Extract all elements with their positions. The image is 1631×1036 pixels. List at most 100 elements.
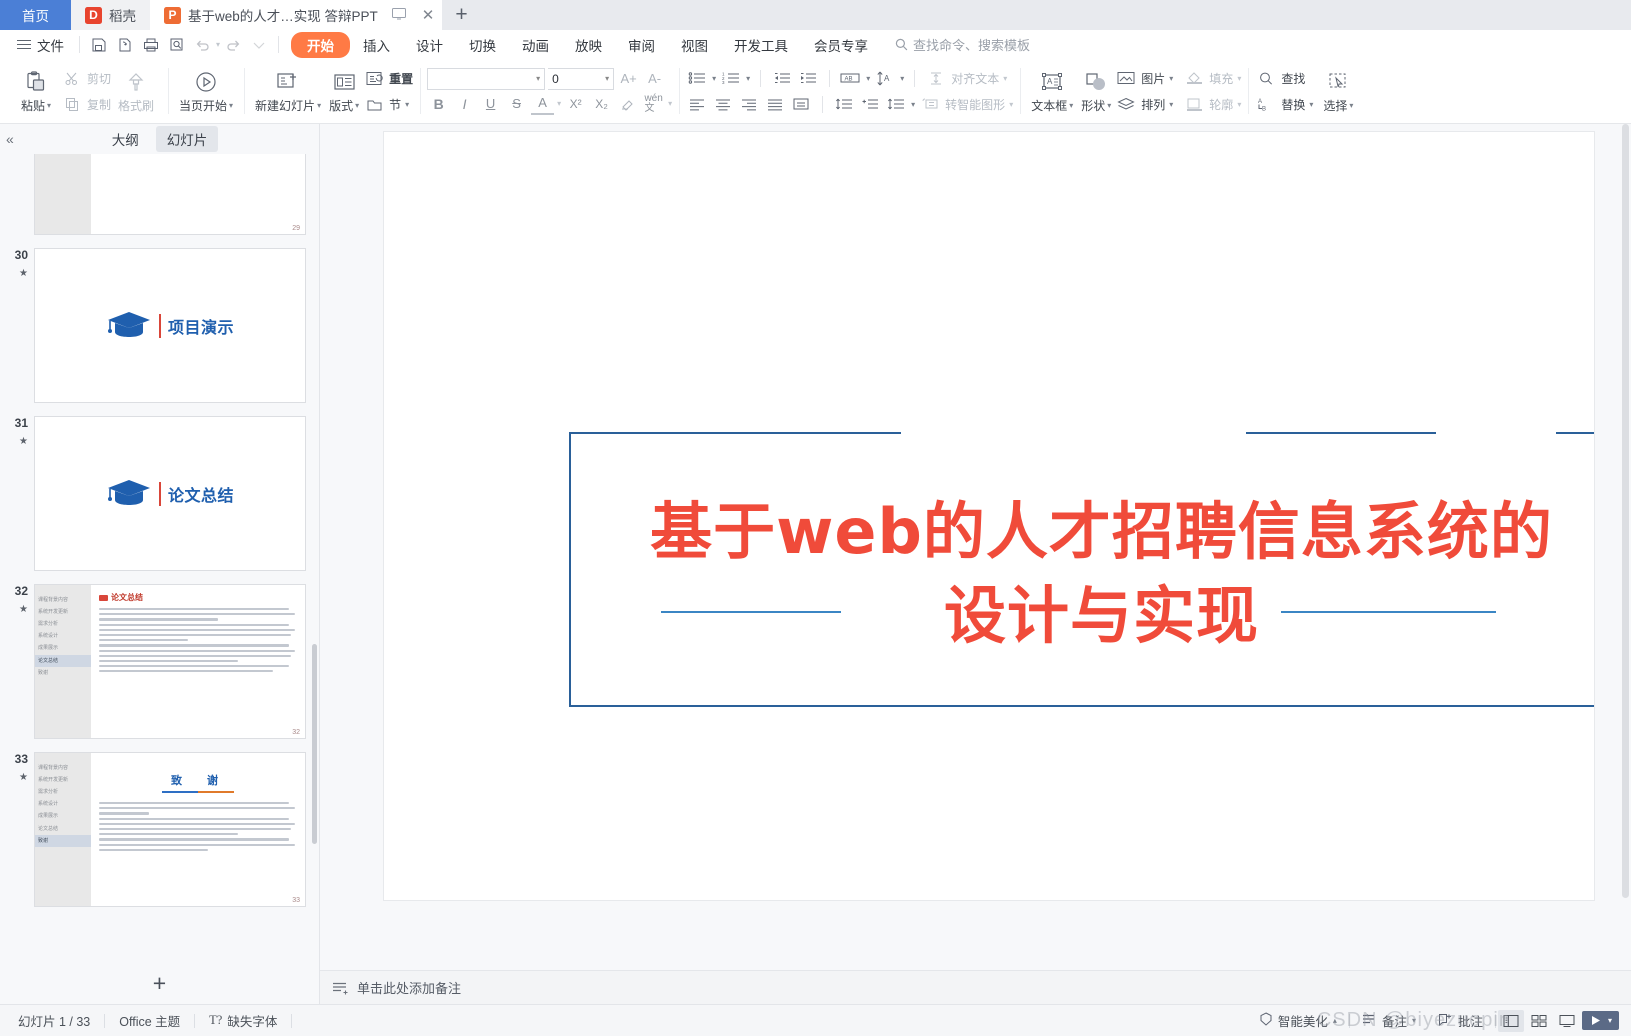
smart-beautify-button[interactable]: 智能美化 ▴ bbox=[1249, 1011, 1347, 1030]
save-as-icon[interactable] bbox=[112, 34, 138, 56]
numbered-list-icon[interactable]: 123 bbox=[720, 68, 742, 88]
theme-name[interactable]: Office 主题 bbox=[105, 1011, 194, 1030]
comment-button[interactable]: 批注 bbox=[1428, 1011, 1493, 1030]
align-center-icon[interactable] bbox=[712, 94, 734, 114]
decrease-indent-icon[interactable] bbox=[771, 68, 793, 88]
normal-view-icon[interactable] bbox=[1497, 1009, 1524, 1032]
font-color-button[interactable]: A bbox=[531, 93, 555, 115]
undo-icon[interactable] bbox=[190, 34, 216, 56]
thumbnail-item[interactable]: 33 ★ 课程背景内容 系统开发更新 需求分析 系统设计 成果展示 论文总结 致… bbox=[0, 752, 319, 907]
subscript-button[interactable]: X₂ bbox=[590, 93, 613, 115]
slide-thumbnail-31[interactable]: 论文总结 bbox=[34, 416, 306, 571]
slide-thumbnail-33[interactable]: 课程背景内容 系统开发更新 需求分析 系统设计 成果展示 论文总结 致谢 致 谢 bbox=[34, 752, 306, 907]
notes-toggle-button[interactable]: 备注 ▾ bbox=[1352, 1011, 1426, 1030]
outline-label[interactable]: 轮廓 bbox=[1209, 96, 1233, 113]
tab-slides[interactable]: 幻灯片 bbox=[155, 126, 219, 152]
ribbon-tab-insert[interactable]: 插入 bbox=[350, 32, 403, 58]
font-size-input[interactable]: 0 ▾ bbox=[548, 67, 615, 90]
shape-button[interactable]: 形状 ▾ bbox=[1077, 69, 1115, 114]
ribbon-tab-animation[interactable]: 动画 bbox=[509, 32, 562, 58]
ribbon-tab-review[interactable]: 审阅 bbox=[615, 32, 668, 58]
phonetic-guide-button[interactable]: wén 文 bbox=[642, 93, 665, 115]
ribbon-tab-design[interactable]: 设计 bbox=[403, 32, 456, 58]
bullet-list-icon[interactable] bbox=[686, 68, 708, 88]
ribbon-tab-transition[interactable]: 切换 bbox=[456, 32, 509, 58]
ribbon-tab-view[interactable]: 视图 bbox=[668, 32, 721, 58]
chevron-down-icon[interactable]: ▾ bbox=[1608, 1016, 1612, 1025]
add-slide-button[interactable]: + bbox=[0, 962, 319, 1004]
slide-title[interactable]: 基于web的人才招聘信息系统的 设计与实现 bbox=[571, 490, 1594, 657]
canvas-scrollbar[interactable] bbox=[1622, 124, 1629, 930]
text-direction-icon[interactable]: AB bbox=[840, 68, 862, 88]
fill-icon[interactable] bbox=[1183, 68, 1205, 88]
close-icon[interactable]: ✕ bbox=[422, 8, 435, 23]
phonetic-dropdown-icon[interactable]: ▾ bbox=[668, 99, 672, 108]
select-button[interactable]: 选择 ▾ bbox=[1319, 69, 1357, 114]
clear-format-icon[interactable] bbox=[616, 93, 639, 115]
redo-icon[interactable] bbox=[220, 34, 246, 56]
print-preview-icon[interactable] bbox=[164, 34, 190, 56]
collapse-panel-icon[interactable]: « bbox=[6, 131, 14, 147]
cast-icon[interactable] bbox=[391, 7, 406, 23]
thumbnail-item[interactable]: 30 ★ 项目演示 bbox=[0, 248, 319, 403]
align-left-icon[interactable] bbox=[686, 94, 708, 114]
tab-docer[interactable]: D 稻壳 bbox=[71, 0, 150, 30]
start-from-current-button[interactable]: 当页开始 ▾ bbox=[175, 69, 237, 114]
slide-canvas[interactable]: 基于web的人才招聘信息系统的 设计与实现 bbox=[384, 132, 1594, 900]
text-direction-dropdown-icon[interactable]: ▾ bbox=[866, 74, 870, 83]
font-family-input[interactable]: ▾ bbox=[427, 67, 546, 90]
find-button[interactable]: 查找 bbox=[1255, 67, 1313, 90]
section-button[interactable]: 节 ▾ bbox=[363, 93, 413, 116]
chevron-up-icon[interactable]: ▴ bbox=[1333, 1016, 1337, 1025]
slide-sorter-icon[interactable] bbox=[1526, 1010, 1552, 1032]
fill-label[interactable]: 填充 bbox=[1209, 70, 1233, 87]
numbering-dropdown-icon[interactable]: ▾ bbox=[746, 74, 750, 83]
textbox-button[interactable]: A 文本框 ▾ bbox=[1027, 69, 1077, 114]
title-frame[interactable]: 基于web的人才招聘信息系统的 设计与实现 bbox=[569, 432, 1594, 707]
copy-button[interactable]: 复制 bbox=[61, 93, 111, 116]
save-icon[interactable] bbox=[86, 34, 112, 56]
customize-quick-access-icon[interactable] bbox=[246, 34, 272, 56]
bullet-dropdown-icon[interactable]: ▾ bbox=[712, 74, 716, 83]
ribbon-tab-member[interactable]: 会员专享 bbox=[801, 32, 881, 58]
play-slideshow-button[interactable]: ▾ bbox=[1581, 1011, 1619, 1030]
increase-font-size-button[interactable]: A+ bbox=[617, 68, 640, 90]
align-right-icon[interactable] bbox=[738, 94, 760, 114]
reading-view-icon[interactable] bbox=[1554, 1010, 1580, 1032]
cut-button[interactable]: 剪切 bbox=[61, 67, 111, 90]
italic-button[interactable]: I bbox=[453, 93, 476, 115]
arrange-button[interactable]: 排列 ▾ 轮廓 ▾ bbox=[1115, 93, 1241, 116]
print-icon[interactable] bbox=[138, 34, 164, 56]
slide-thumbnail-30[interactable]: 项目演示 bbox=[34, 248, 306, 403]
notes-pane[interactable]: 单击此处添加备注 bbox=[320, 970, 1631, 1004]
search-command-box[interactable]: 查找命令、搜索模板 bbox=[895, 35, 1030, 54]
new-tab-button[interactable]: + bbox=[442, 0, 480, 30]
bold-button[interactable]: B bbox=[427, 93, 450, 115]
format-painter-button[interactable]: 格式刷 bbox=[111, 69, 161, 114]
slide-thumbnail-29[interactable]: 需求分析 系统设计 成果展示 论文总结 致谢 bbox=[34, 154, 306, 235]
replace-button[interactable]: AB 替换 ▾ bbox=[1255, 93, 1314, 116]
tab-home[interactable]: 首页 bbox=[0, 0, 71, 30]
increase-indent-icon[interactable] bbox=[797, 68, 819, 88]
missing-font-status[interactable]: T? 缺失字体 bbox=[195, 1011, 291, 1030]
layout-button[interactable]: 版式 ▾ bbox=[325, 69, 363, 114]
reset-button[interactable]: 重置 bbox=[363, 67, 413, 90]
align-text-icon[interactable] bbox=[925, 68, 947, 88]
sort-dropdown-icon[interactable]: ▾ bbox=[900, 74, 904, 83]
thumbnail-item[interactable]: 31 ★ 论文总结 bbox=[0, 416, 319, 571]
decrease-font-size-button[interactable]: A- bbox=[643, 68, 666, 90]
justify-icon[interactable] bbox=[764, 94, 786, 114]
strikethrough-button[interactable]: S bbox=[505, 93, 528, 115]
ribbon-tab-slideshow[interactable]: 放映 bbox=[562, 32, 615, 58]
picture-button[interactable]: 图片 ▾ 填充 ▾ bbox=[1115, 67, 1241, 90]
line-spacing-dropdown-icon[interactable]: ▾ bbox=[911, 100, 915, 109]
align-text-dropdown-icon[interactable]: ▾ bbox=[1003, 74, 1007, 83]
align-text-label[interactable]: 对齐文本 bbox=[951, 70, 999, 87]
to-smartart-icon[interactable] bbox=[919, 94, 941, 114]
to-smartart-label[interactable]: 转智能图形 bbox=[945, 96, 1005, 113]
superscript-button[interactable]: X² bbox=[564, 93, 587, 115]
ribbon-tab-start[interactable]: 开始 bbox=[291, 31, 351, 58]
underline-button[interactable]: U bbox=[479, 93, 502, 115]
file-menu-button[interactable]: 文件 bbox=[8, 35, 73, 55]
ribbon-tab-developer[interactable]: 开发工具 bbox=[721, 32, 801, 58]
